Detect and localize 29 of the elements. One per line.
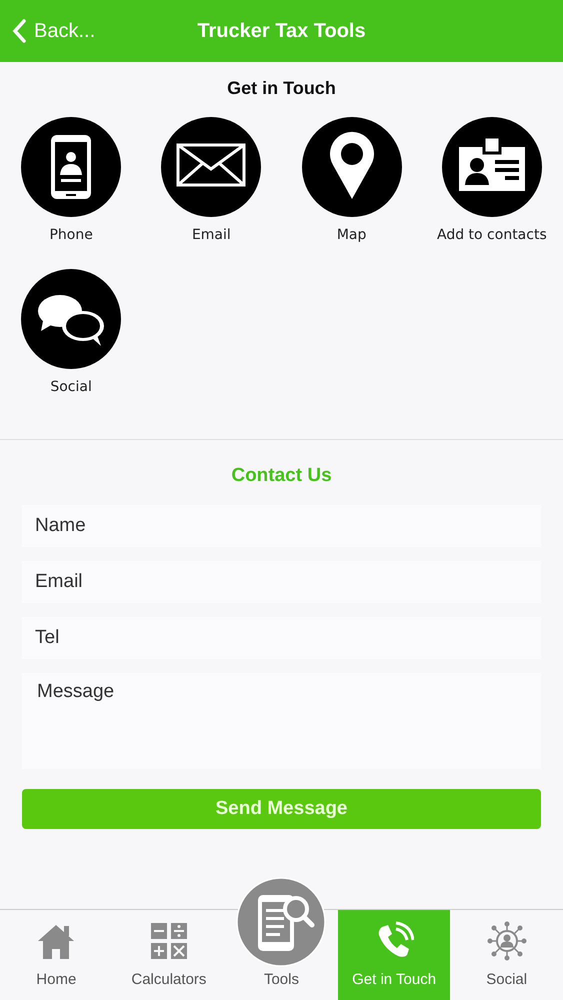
calculator-icon xyxy=(148,921,189,961)
action-item[interactable]: Phone xyxy=(1,117,142,243)
envelope-icon xyxy=(161,117,262,217)
section-title: Get in Touch xyxy=(226,78,337,99)
tab[interactable]: Tools xyxy=(225,871,338,1000)
tab[interactable]: Calculators xyxy=(112,910,226,1000)
network-icon xyxy=(486,921,527,961)
id-card-icon xyxy=(442,117,542,217)
chat-bubbles-icon xyxy=(21,269,122,369)
action-item[interactable]: Email xyxy=(141,117,282,243)
app-title: Trucker Tax Tools xyxy=(197,20,366,42)
message-field[interactable]: Message xyxy=(22,673,541,769)
phone-icon xyxy=(21,117,122,217)
back-chevron-icon xyxy=(12,19,26,43)
action-item[interactable]: Add to contacts xyxy=(422,117,562,243)
action-label: Social xyxy=(50,379,92,395)
action-label: Email xyxy=(192,227,231,243)
form-title: Contact Us xyxy=(230,465,333,487)
action-label: Add to contacts xyxy=(437,227,547,243)
action-item[interactable]: Map xyxy=(282,117,422,243)
tab[interactable]: Social xyxy=(450,910,563,1000)
input-field[interactable]: Email xyxy=(22,561,541,603)
input-field[interactable]: Tel xyxy=(22,617,541,659)
action-label: Map xyxy=(336,227,366,243)
input-field[interactable]: Name xyxy=(22,505,541,547)
map-pin-icon xyxy=(302,117,402,217)
action-label: Phone xyxy=(49,227,93,243)
action-item[interactable]: Social xyxy=(1,269,142,395)
tab[interactable]: Home xyxy=(0,910,113,1000)
